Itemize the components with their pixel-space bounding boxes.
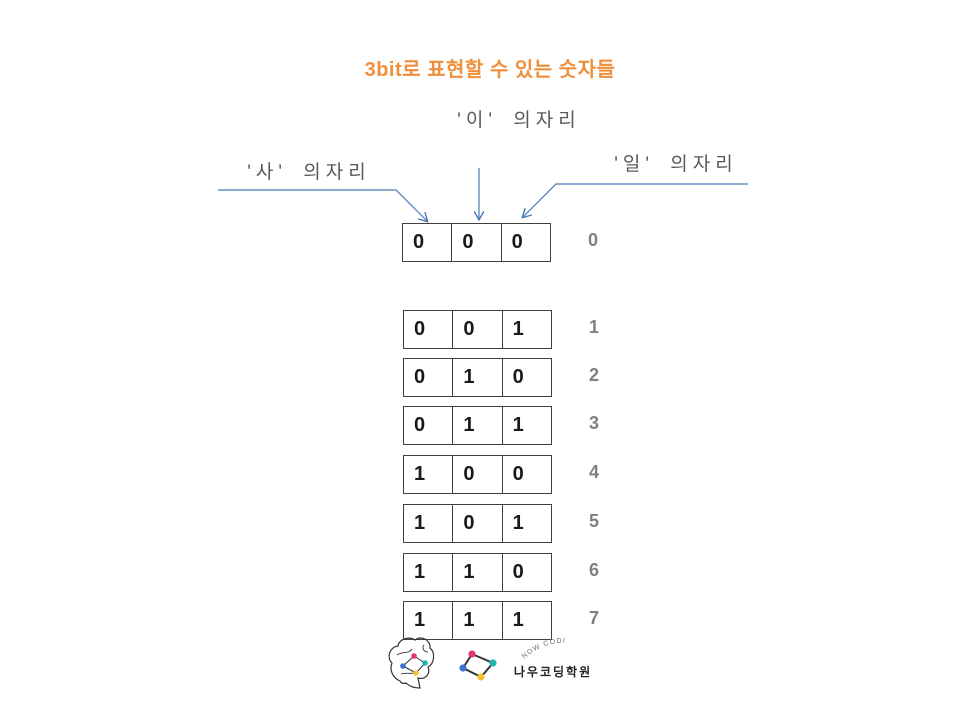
bit-cell-ones: 0 [512,463,524,485]
node-teal [422,660,428,666]
slide-title: 3bit로 표현할 수 있는 숫자들 [364,59,616,81]
brain-icon [388,637,435,689]
brain-folds [396,644,429,675]
bit-row-5: 1 0 1 5 [403,504,613,543]
node-blue [459,664,467,672]
bit-cell-twos: 0 [452,224,502,261]
bit-row-4: 1 0 0 4 [403,455,613,494]
bit-row-3: 0 1 1 3 [403,406,613,445]
bit-table: 1 1 1 [403,601,552,640]
label-fours-place: '사' 의자리 [247,162,371,183]
arrow-fours-place [218,189,427,221]
brain-graph-edges [402,655,426,674]
bit-table: 0 0 0 [402,223,551,262]
bit-cell-fours: 0 [404,359,454,396]
bit-row-6: 1 1 0 6 [403,553,613,592]
bit-cell-ones: 0 [511,231,523,253]
bit-cell-ones: 0 [512,561,524,583]
bit-cell-ones: 1 [512,414,524,436]
bit-cell-fours: 1 [404,505,454,542]
bit-cell-ones: 0 [512,366,524,388]
bit-cell-twos: 0 [453,311,503,348]
bit-cell-ones: 1 [512,609,524,631]
logo-name: 나우코딩학원 [513,665,593,679]
bit-cell-ones: 1 [512,512,524,534]
bit-table: 1 0 1 [403,504,552,543]
node-pink [468,650,476,658]
bit-cell-fours: 0 [404,311,454,348]
node-pink [411,653,417,659]
bit-cell-fours: 0 [404,407,454,444]
bit-row-0: 0 0 0 0 [402,223,612,262]
bit-row-2: 0 1 0 2 [403,358,613,397]
bit-cell-ones: 1 [512,318,524,340]
bit-cell-twos: 1 [453,554,503,591]
node-blue [400,663,406,669]
decimal-value: 4 [588,462,599,482]
graph-edges [462,653,494,678]
node-yellow [477,673,485,681]
decimal-value: 0 [587,230,598,250]
bit-table: 1 1 0 [403,553,552,592]
node-yellow [413,670,419,676]
bit-cell-twos: 0 [453,456,503,493]
bit-cell-fours: 1 [404,554,454,591]
arrow-ones-place [523,183,748,217]
decimal-value: 3 [588,413,599,433]
bit-table: 0 1 0 [403,358,552,397]
label-twos-place: '이' 의자리 [457,110,581,131]
decimal-value: 6 [588,560,599,580]
decimal-value: 1 [588,317,599,337]
bit-cell-twos: 1 [453,407,503,444]
decimal-value: 5 [588,511,599,531]
node-teal [489,659,497,667]
node-graph-icon [459,650,497,681]
bit-row-1: 0 0 1 1 [403,310,613,349]
label-ones-place: '일' 의자리 [614,154,738,175]
bit-cell-twos: 1 [453,602,503,639]
bit-table: 0 0 1 [403,310,552,349]
bit-table: 0 1 1 [403,406,552,445]
bit-cell-twos: 1 [453,359,503,396]
decimal-value: 7 [588,608,599,628]
decimal-value: 2 [588,365,599,385]
bit-table: 1 0 0 [403,455,552,494]
bit-cell-twos: 0 [453,505,503,542]
bit-row-7: 1 1 1 7 [403,601,613,640]
bit-cell-fours: 0 [403,224,453,261]
bit-cell-fours: 1 [404,602,454,639]
bit-cell-fours: 1 [404,456,454,493]
brain-outline [388,637,435,689]
